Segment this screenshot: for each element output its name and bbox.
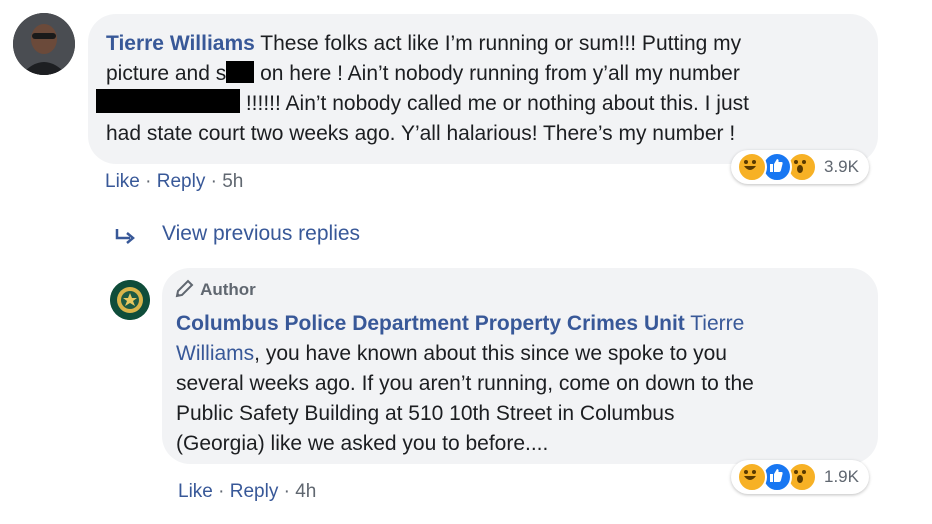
separator: ·: [218, 481, 225, 502]
redaction-bar: [226, 61, 255, 83]
author-badge: Author: [174, 275, 256, 305]
haha-icon: [737, 152, 767, 182]
separator: ·: [145, 171, 152, 192]
redaction-bar: [96, 89, 240, 113]
timestamp[interactable]: 4h: [295, 481, 316, 502]
reaction-summary[interactable]: 3.9K: [731, 150, 869, 184]
view-previous-label[interactable]: View previous replies: [162, 222, 360, 246]
comment-text-line: !!!!!! Ain’t nobody called me or nothing…: [245, 92, 749, 115]
mention-link[interactable]: Williams: [176, 342, 254, 365]
reply-text-line: (Georgia) like we asked you to before...…: [176, 432, 549, 455]
reply-actions: Like · Reply · 4h: [178, 481, 316, 503]
reaction-count: 1.9K: [824, 467, 859, 486]
comment-text-line: picture and s: [106, 62, 227, 85]
haha-icon: [737, 462, 767, 492]
separator: ·: [283, 481, 290, 502]
reply-text-line: several weeks ago. If you aren’t running…: [176, 372, 754, 395]
reply-link[interactable]: Reply: [157, 171, 206, 192]
separator: ·: [210, 171, 217, 192]
reaction-summary[interactable]: 1.9K: [731, 460, 869, 494]
comment-bubble: Tierre Williams These folks act like I’m…: [88, 14, 878, 164]
timestamp[interactable]: 5h: [222, 171, 243, 192]
like-link[interactable]: Like: [105, 171, 140, 192]
reply-text-line: Public Safety Building at 510 10th Stree…: [176, 402, 675, 425]
reply-text-line: , you have known about this since we spo…: [254, 342, 727, 365]
police-badge-icon: [110, 280, 150, 320]
comment-text-line: on here ! Ain’t nobody running from y’al…: [254, 62, 740, 85]
page-name[interactable]: Columbus Police Department Property Crim…: [176, 312, 685, 335]
person-photo-icon: [13, 13, 75, 75]
commenter-name[interactable]: Tierre Williams: [106, 32, 255, 55]
reaction-count: 3.9K: [824, 157, 859, 176]
page-avatar[interactable]: [110, 280, 150, 320]
pencil-icon: [175, 279, 194, 298]
author-badge-label: Author: [200, 280, 256, 299]
comment-text-line: had state court two weeks ago. Y’all hal…: [106, 122, 736, 145]
comment-text-line: These folks act like I’m running or sum!…: [260, 32, 742, 55]
mention-link[interactable]: Tierre: [690, 312, 744, 335]
reply-arrow-icon: [115, 229, 135, 244]
commenter-avatar[interactable]: [13, 13, 75, 75]
comment-actions: Like · Reply · 5h: [105, 171, 243, 193]
reply-bubble: Author Columbus Police Department Proper…: [162, 268, 878, 464]
reply-link[interactable]: Reply: [230, 481, 279, 502]
like-link[interactable]: Like: [178, 481, 213, 502]
